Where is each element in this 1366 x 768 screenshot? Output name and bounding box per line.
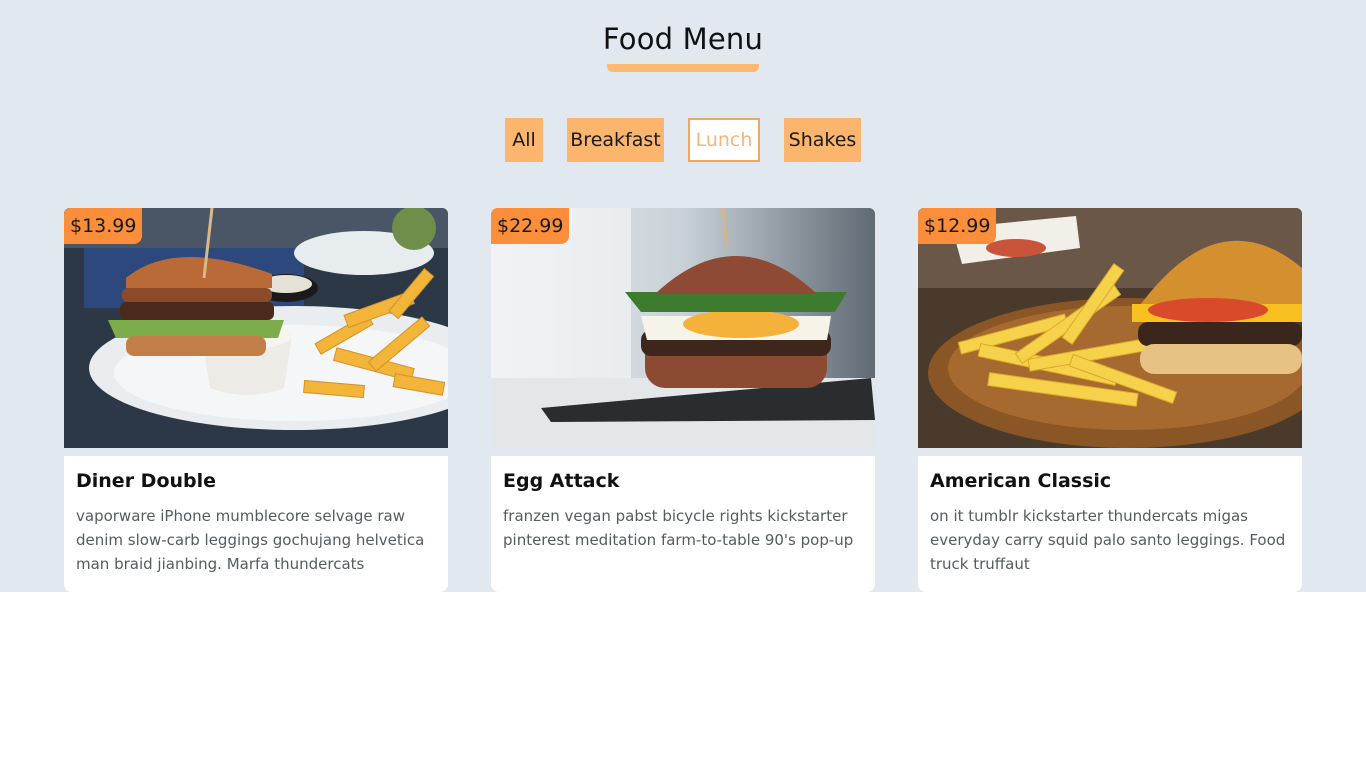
menu-section: Food Menu All Breakfast Lunch Shakes $13… (0, 0, 1366, 592)
filter-shakes-button[interactable]: Shakes (784, 118, 861, 162)
menu-card-diner-double: $13.99 Diner Double vaporware iPhone mum… (64, 208, 448, 592)
item-description: on it tumblr kickstarter thundercats mig… (930, 507, 1286, 573)
menu-card-american-classic: $12.99 American Classic on it tumblr kic… (918, 208, 1302, 592)
title-underline (607, 64, 759, 72)
item-description: vaporware iPhone mumblecore selvage raw … (76, 507, 425, 573)
cheeseburger-fries-board-photo (918, 208, 1302, 448)
price-badge: $12.99 (918, 208, 997, 244)
item-name: Diner Double (76, 470, 217, 492)
egg-burger-photo (491, 208, 875, 448)
item-name: American Classic (930, 470, 1112, 492)
page-title: Food Menu (602, 22, 764, 56)
filter-breakfast-button[interactable]: Breakfast (567, 118, 664, 162)
item-name: Egg Attack (503, 470, 620, 492)
menu-card-egg-attack: $22.99 Egg Attack franzen vegan pabst bi… (491, 208, 875, 592)
price-badge: $13.99 (64, 208, 143, 244)
price-badge: $22.99 (491, 208, 570, 244)
burger-fries-plate-photo (64, 208, 448, 448)
filter-lunch-button[interactable]: Lunch (688, 118, 760, 162)
filter-all-button[interactable]: All (505, 118, 543, 162)
item-description: franzen vegan pabst bicycle rights kicks… (503, 507, 854, 549)
